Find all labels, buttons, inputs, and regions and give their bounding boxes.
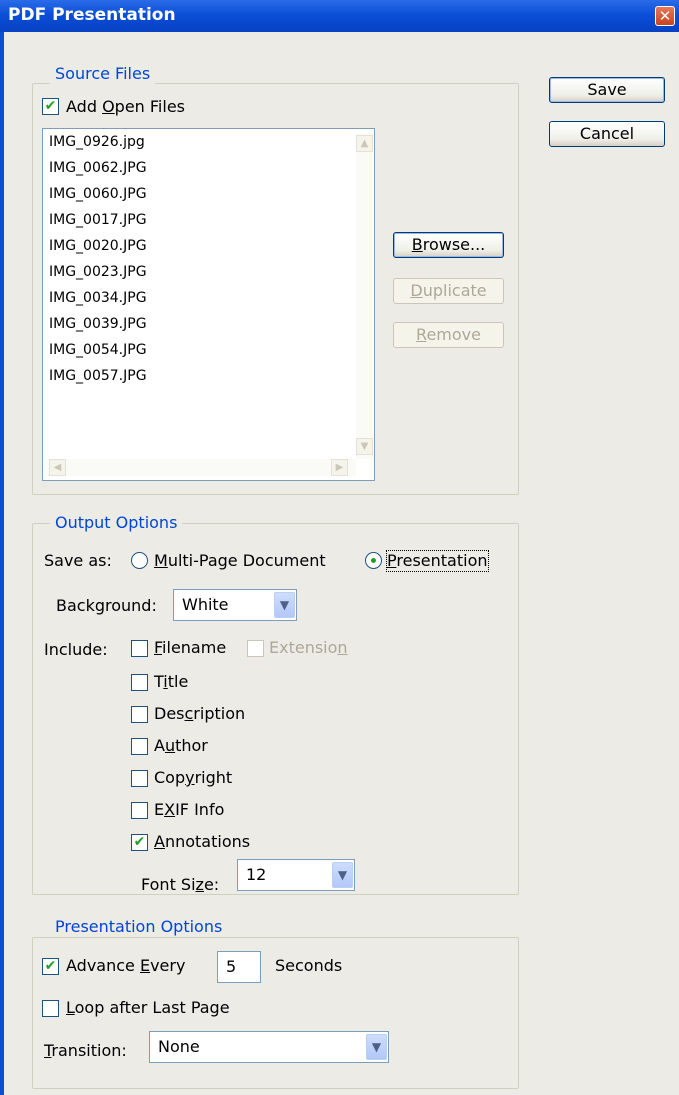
background-value: White xyxy=(182,595,229,614)
transition-value: None xyxy=(158,1037,200,1056)
title-label[interactable]: Title xyxy=(154,672,188,692)
seconds-label: Seconds xyxy=(275,956,343,975)
loop-label[interactable]: Loop after Last Page xyxy=(66,998,230,1018)
extension-checkbox[interactable] xyxy=(247,640,264,657)
window-title: PDF Presentation xyxy=(8,5,176,25)
advance-seconds-input[interactable]: 5 xyxy=(217,951,261,983)
chevron-down-icon[interactable]: ▼ xyxy=(332,862,353,888)
font-size-label: Font Size: xyxy=(141,875,220,894)
check-icon: ✔ xyxy=(44,958,57,974)
list-item[interactable]: IMG_0054.JPG xyxy=(49,341,147,359)
list-item[interactable]: IMG_0060.JPG xyxy=(49,185,147,203)
list-item[interactable]: IMG_0034.JPG xyxy=(49,289,147,307)
add-open-files-label[interactable]: Add Open Files xyxy=(66,97,185,117)
chevron-down-icon[interactable]: ▼ xyxy=(274,592,295,618)
list-item[interactable]: IMG_0926.jpg xyxy=(49,133,145,151)
advance-every-label[interactable]: Advance Every xyxy=(66,956,185,976)
output-options-group xyxy=(32,523,519,895)
font-size-dropdown[interactable]: 12 ▼ xyxy=(237,859,355,891)
title-checkbox[interactable] xyxy=(131,674,148,691)
transition-dropdown[interactable]: None ▼ xyxy=(149,1031,389,1063)
multi-page-label[interactable]: Multi-Page Document xyxy=(154,551,326,571)
scroll-up-icon[interactable]: ▲ xyxy=(356,135,373,152)
list-item[interactable]: IMG_0023.JPG xyxy=(49,263,147,281)
extension-label: Extension xyxy=(269,638,348,657)
close-icon[interactable]: ✕ xyxy=(655,6,675,26)
horizontal-scrollbar[interactable]: ◀ ▶ xyxy=(47,459,356,476)
loop-checkbox[interactable] xyxy=(42,1000,59,1017)
cancel-button[interactable]: Cancel xyxy=(549,121,665,147)
presentation-radio[interactable] xyxy=(365,552,382,569)
description-checkbox[interactable] xyxy=(131,706,148,723)
filename-checkbox[interactable] xyxy=(131,640,148,657)
exif-info-checkbox[interactable] xyxy=(131,802,148,819)
scroll-down-icon[interactable]: ▼ xyxy=(356,438,373,455)
window-frame-left xyxy=(0,32,4,1095)
source-files-legend: Source Files xyxy=(50,64,156,84)
list-item[interactable]: IMG_0017.JPG xyxy=(49,211,147,229)
title-bar[interactable]: PDF Presentation ✕ xyxy=(0,0,679,32)
check-icon: ✔ xyxy=(133,834,146,850)
radio-selected-icon xyxy=(371,558,376,563)
save-button[interactable]: Save xyxy=(549,77,665,103)
list-item[interactable]: IMG_0039.JPG xyxy=(49,315,147,333)
transition-label: Transition: xyxy=(44,1041,127,1060)
scroll-left-icon[interactable]: ◀ xyxy=(49,459,66,476)
chevron-down-icon[interactable]: ▼ xyxy=(366,1034,387,1060)
copyright-checkbox[interactable] xyxy=(131,770,148,787)
include-label: Include: xyxy=(44,640,108,659)
save-as-label: Save as: xyxy=(44,551,112,570)
scroll-right-icon[interactable]: ▶ xyxy=(331,459,348,476)
presentation-label[interactable]: Presentation xyxy=(386,550,489,572)
browse-button[interactable]: Browse... xyxy=(393,232,504,258)
vertical-scrollbar[interactable]: ▲ ▼ xyxy=(356,133,373,459)
author-label[interactable]: Author xyxy=(154,736,208,756)
presentation-options-legend: Presentation Options xyxy=(50,917,228,937)
exif-info-label[interactable]: EXIF Info xyxy=(154,800,224,820)
add-open-files-checkbox[interactable]: ✔ xyxy=(42,98,59,115)
advance-every-checkbox[interactable]: ✔ xyxy=(42,958,59,975)
list-item[interactable]: IMG_0057.JPG xyxy=(49,367,147,385)
check-icon: ✔ xyxy=(44,98,57,114)
background-dropdown[interactable]: White ▼ xyxy=(173,589,297,621)
file-list[interactable]: IMG_0926.jpg IMG_0062.JPG IMG_0060.JPG I… xyxy=(42,128,375,481)
copyright-label[interactable]: Copyright xyxy=(154,768,232,788)
description-label[interactable]: Description xyxy=(154,704,245,724)
list-item[interactable]: IMG_0062.JPG xyxy=(49,159,147,177)
output-options-legend: Output Options xyxy=(50,513,183,533)
annotations-label[interactable]: Annotations xyxy=(154,832,250,852)
background-label: Background: xyxy=(56,596,157,615)
filename-label[interactable]: Filename xyxy=(154,638,226,658)
font-size-value: 12 xyxy=(246,865,267,884)
duplicate-button[interactable]: Duplicate xyxy=(393,278,504,304)
list-item[interactable]: IMG_0020.JPG xyxy=(49,237,147,255)
remove-button[interactable]: Remove xyxy=(393,322,504,348)
author-checkbox[interactable] xyxy=(131,738,148,755)
multi-page-radio[interactable] xyxy=(131,552,148,569)
annotations-checkbox[interactable]: ✔ xyxy=(131,834,148,851)
